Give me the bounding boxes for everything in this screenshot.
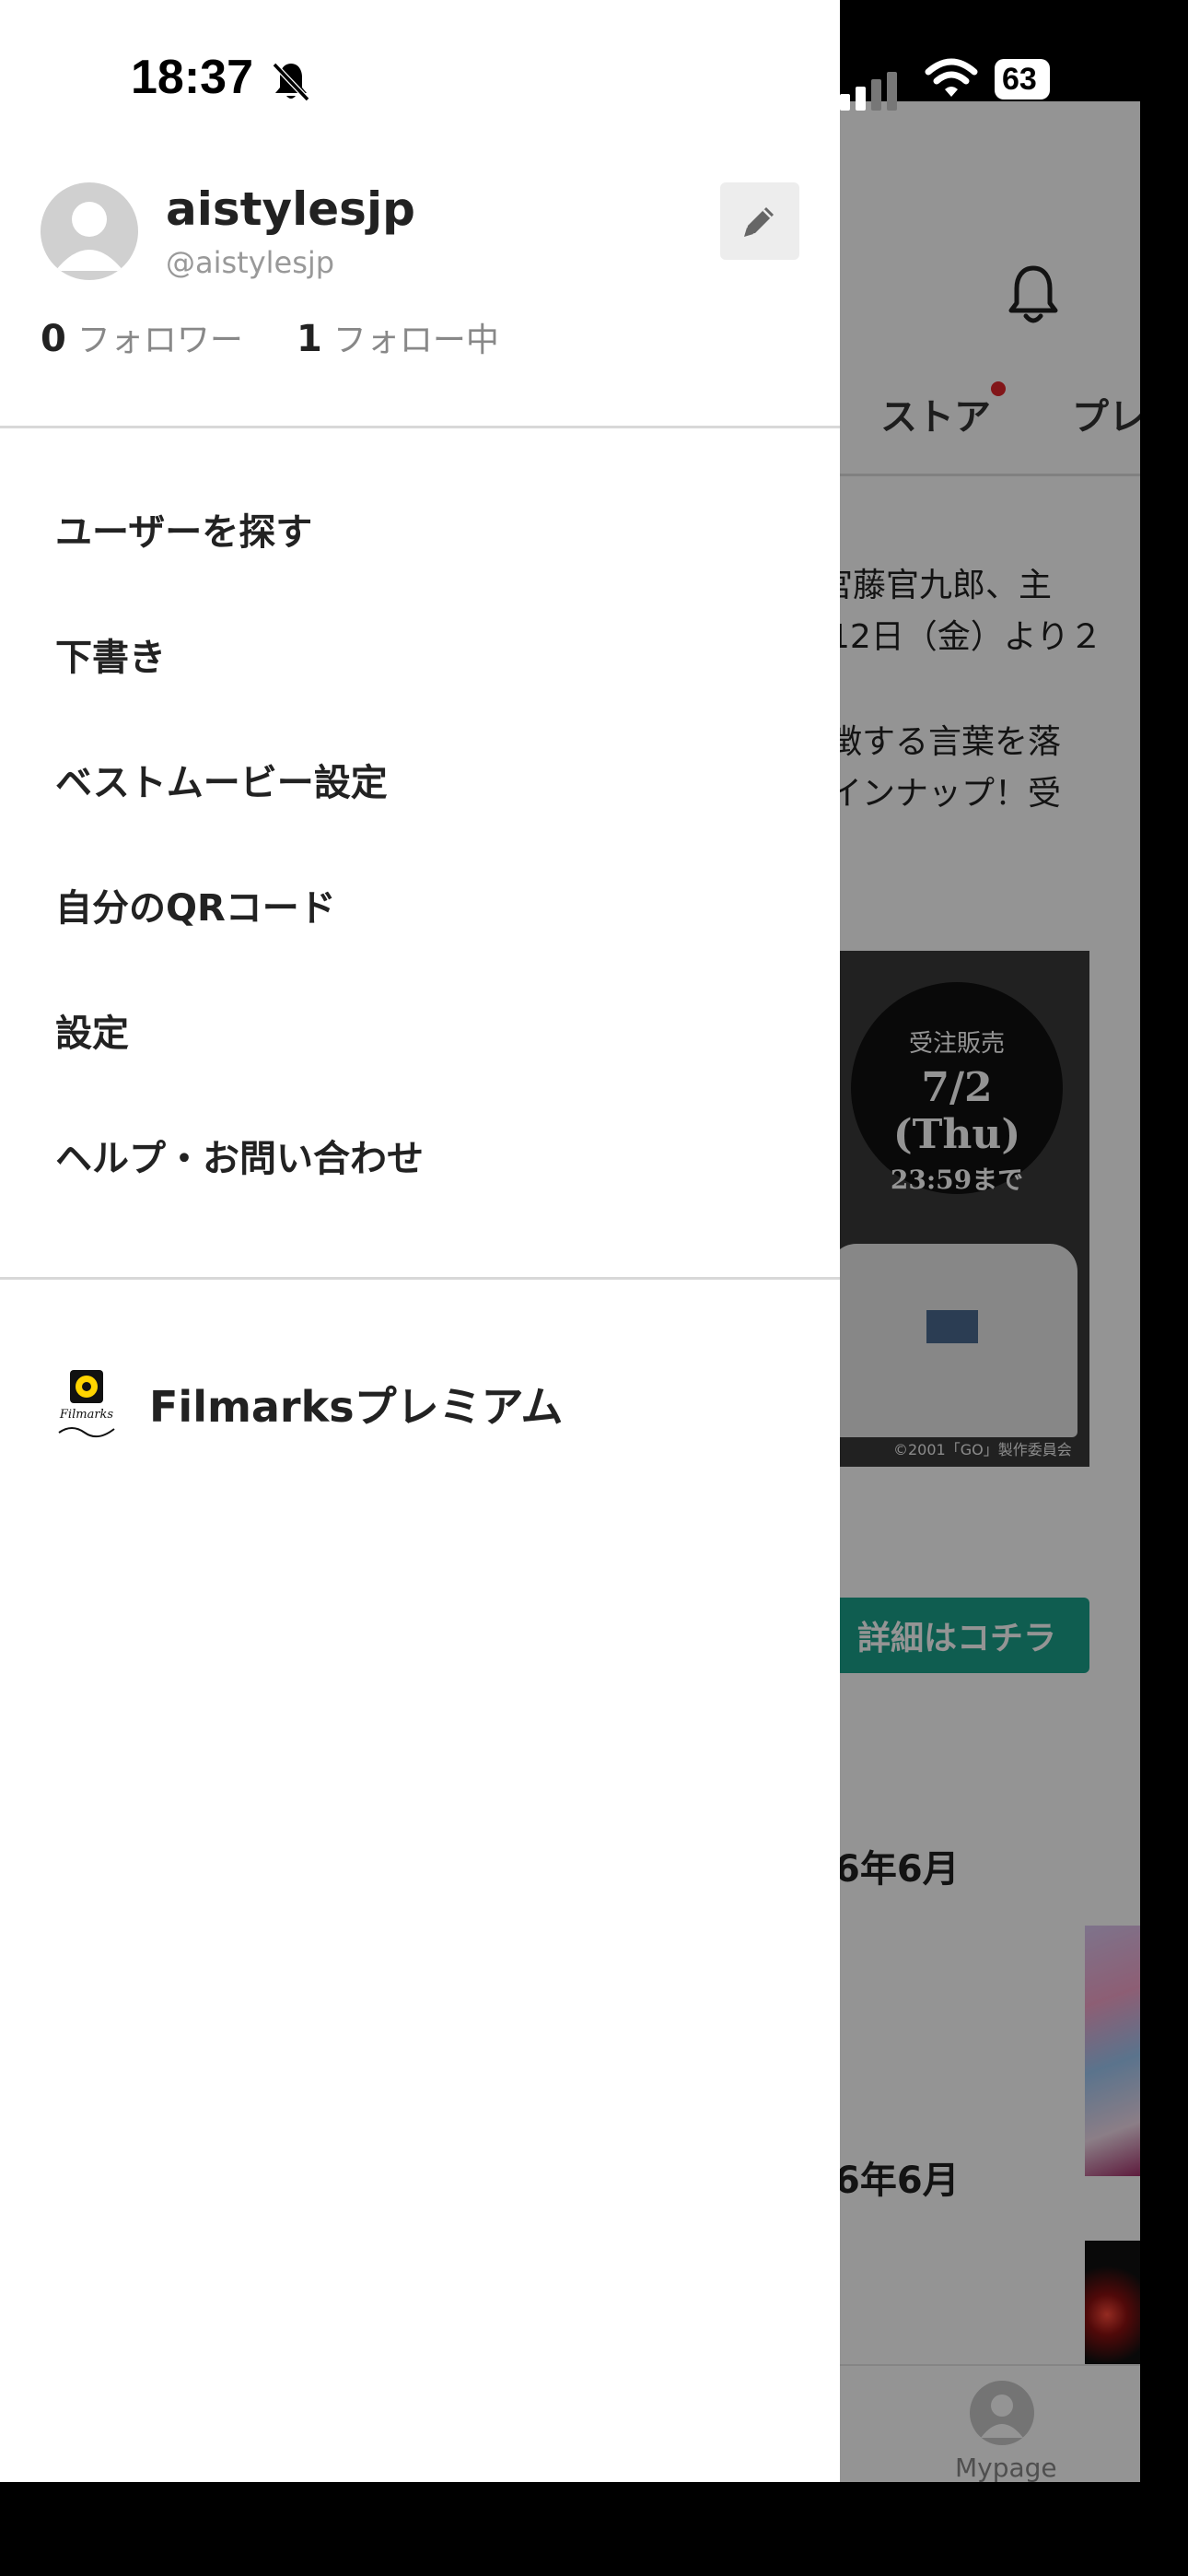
followers-link[interactable]: 0 フォロワー (41, 318, 248, 360)
menu-divider (0, 1277, 840, 1280)
menu-item-find-users[interactable]: ユーザーを探す (55, 503, 810, 628)
user-handle: @aistylesjp (166, 245, 335, 280)
follow-stats: 0 フォロワー 1 フォロー中 (41, 313, 499, 360)
display-name: aistylesjp (166, 182, 415, 236)
signal-bar (887, 72, 897, 111)
menu-item-my-qr-code[interactable]: 自分のQRコード (55, 879, 810, 1004)
menu-item-best-movie-settings[interactable]: ベストムービー設定 (55, 754, 810, 879)
drawer-menu: ユーザーを探す 下書き ベストムービー設定 自分のQRコード 設定 ヘルプ・お問… (55, 503, 810, 1255)
edit-profile-button[interactable] (720, 182, 799, 260)
menu-item-drafts[interactable]: 下書き (55, 628, 810, 754)
filmarks-premium-item[interactable]: Filmarks Filmarksプレミアム (52, 1367, 563, 1441)
battery-icon: 63 (995, 59, 1050, 100)
signal-bar (856, 87, 866, 111)
bell-muted-icon (272, 62, 310, 102)
side-drawer: 18:37 aistylesjp @aistylesjp 0 フォロワー 1 フ… (0, 0, 840, 2482)
profile-divider (0, 426, 840, 428)
wifi-icon (925, 58, 978, 97)
menu-item-settings[interactable]: 設定 (55, 1004, 810, 1130)
menu-item-help-contact[interactable]: ヘルプ・お問い合わせ (55, 1130, 810, 1255)
pencil-icon (744, 207, 774, 237)
status-time: 18:37 (131, 51, 253, 104)
user-avatar[interactable] (41, 182, 138, 280)
following-label: フォロー中 (332, 322, 499, 359)
following-count: 1 (297, 318, 322, 360)
svg-text:Filmarks: Filmarks (59, 1408, 114, 1422)
screen-edge (1140, 0, 1188, 2576)
following-link[interactable]: 1 フォロー中 (297, 318, 499, 360)
signal-bar (840, 94, 850, 111)
filmarks-premium-logo-icon: Filmarks (52, 1368, 122, 1440)
avatar-icon (55, 202, 123, 271)
followers-count: 0 (41, 318, 66, 360)
signal-bar (871, 79, 881, 111)
filmarks-premium-label: Filmarksプレミアム (149, 1382, 564, 1432)
screen: ストア プレ 宮藤官九郎、主 12日（金）より２ 徴する言葉を落 インナップ！受… (0, 0, 1188, 2576)
followers-label: フォロワー (76, 322, 243, 359)
